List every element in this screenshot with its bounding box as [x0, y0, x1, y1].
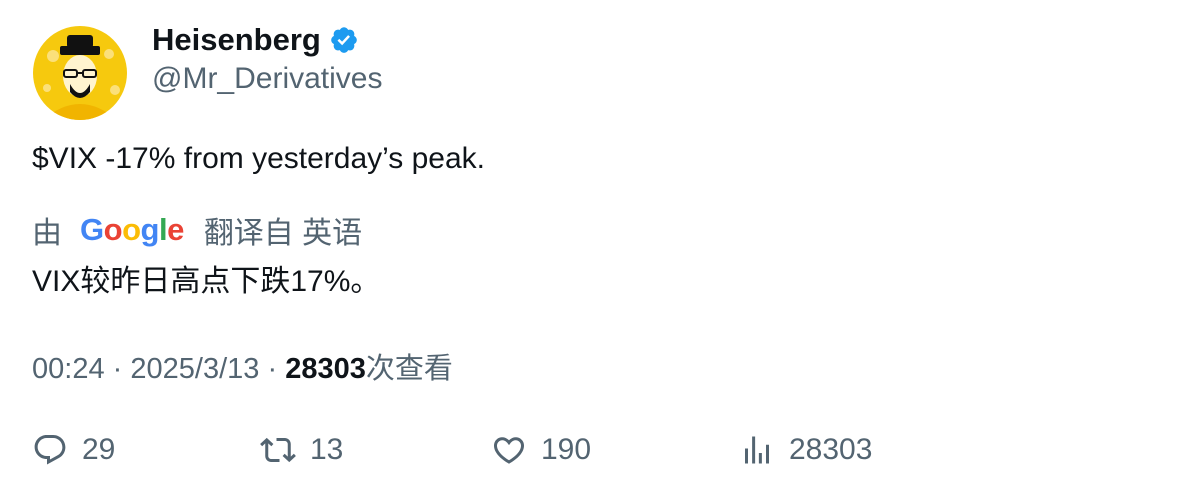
meta-separator: ·: [112, 353, 123, 385]
avatar[interactable]: [33, 26, 127, 120]
views-count: 28303: [285, 353, 366, 385]
reply-count: 29: [82, 433, 116, 466]
like-count: 190: [541, 433, 592, 466]
tweet-time[interactable]: 00:24: [32, 353, 105, 385]
action-bar: 29 13 190 28303: [32, 432, 932, 474]
author-display-name[interactable]: Heisenberg: [152, 22, 321, 58]
translation-attribution: 由 Google 翻译自 英语: [32, 208, 362, 252]
meta-separator: ·: [267, 353, 278, 385]
views-button[interactable]: 28303: [739, 432, 872, 468]
bar-chart-icon: [745, 436, 769, 464]
translated-text: VIX较昨日高点下跌17%。: [32, 265, 381, 298]
reply-button[interactable]: 29: [32, 432, 115, 468]
like-button[interactable]: 190: [491, 432, 591, 468]
google-logo: Google: [80, 212, 184, 247]
tweet-text: $VIX -17% from yesterday’s peak.: [32, 142, 485, 175]
retweet-count: 13: [310, 433, 344, 466]
translated-from-link[interactable]: 翻译自 英语: [204, 208, 362, 252]
reply-icon: [34, 435, 66, 465]
heart-icon: [493, 437, 525, 464]
heisenberg-avatar-icon: [33, 26, 127, 120]
views-action-count: 28303: [789, 433, 873, 466]
verified-badge-icon: [331, 27, 357, 53]
author-name-row: Heisenberg: [152, 22, 359, 58]
tweet-meta: 00:24 · 2025/3/13 · 28303次查看: [32, 345, 453, 387]
tweet-date[interactable]: 2025/3/13: [130, 353, 259, 385]
retweet-button[interactable]: 13: [260, 432, 343, 468]
retweet-icon: [260, 437, 296, 463]
translated-by-label: 由: [32, 217, 62, 250]
views-label: 次查看: [365, 353, 453, 385]
author-handle[interactable]: @Mr_Derivatives: [152, 62, 383, 96]
